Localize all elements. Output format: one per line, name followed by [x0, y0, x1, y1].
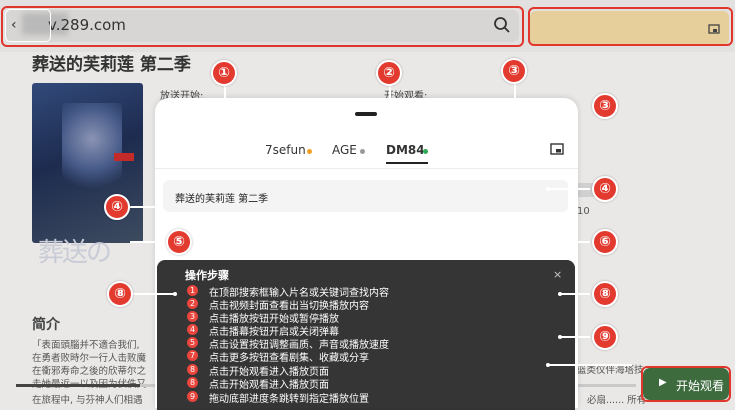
- callout-dot: [173, 292, 177, 296]
- step-number: 4: [187, 324, 198, 335]
- callout-line: [548, 188, 590, 190]
- callout-marker: ⑨: [592, 324, 618, 350]
- callout-marker: ③: [592, 93, 618, 119]
- callout-line: [224, 86, 226, 116]
- callout-dot: [513, 115, 517, 119]
- step-number: 2: [187, 298, 198, 309]
- callout-dot: [546, 187, 550, 191]
- callout-dot: [223, 115, 227, 119]
- callout-marker: ④: [592, 176, 618, 202]
- step-number: 5: [187, 337, 198, 348]
- callout-dot: [558, 335, 562, 339]
- intro-line: 在衝邪寿命之後的欣蒂尔之: [32, 366, 147, 377]
- callout-marker: ⑥: [592, 229, 618, 255]
- callout-line: [514, 84, 516, 116]
- callout-line: [548, 364, 632, 366]
- callout-marker: ⑧: [107, 281, 133, 307]
- callout-line: [130, 241, 164, 243]
- step-text: 拖动底部进度条跳转到指定播放位置: [209, 394, 369, 405]
- steps-panel: 操作步骤 × 1 在顶部搜索框输入片名或关键词查找内容 2 点击视频封面查看出当切换…: [157, 260, 575, 410]
- callout-marker: ②: [376, 60, 402, 86]
- callout-line: [472, 131, 574, 133]
- step-number: 3: [187, 311, 198, 322]
- poster[interactable]: [32, 83, 143, 243]
- divider: [155, 168, 578, 169]
- callout-marker: ④: [104, 194, 130, 220]
- page-title: 葬送的芙莉莲 第二季: [32, 55, 191, 75]
- tab-age[interactable]: AGE: [332, 143, 357, 157]
- intro-line: 走她最近一以及因为伏佚又: [32, 376, 146, 390]
- intro-line: 在旅程中, 与芬神人们相遇: [32, 395, 143, 406]
- callout-line: [389, 86, 391, 114]
- intro-line: 在勇者败時尔一行人击败魔: [32, 353, 147, 364]
- anime-title: 葬送的芙莉莲 第二季: [175, 194, 269, 205]
- step-text: 点击更多按钮查看剧集、收藏或分享: [209, 353, 369, 364]
- poster-title-art: 葬送の: [38, 238, 112, 268]
- status-dot: [307, 149, 312, 154]
- callout-marker: ③: [501, 58, 527, 84]
- step-number: 8: [187, 364, 198, 375]
- callout-dot: [546, 363, 550, 367]
- step-number: 9: [187, 391, 198, 402]
- playback-progress-fill: [16, 384, 140, 387]
- intro-heading: 简介: [32, 317, 60, 333]
- poster-accent: [114, 153, 134, 161]
- callout-dot: [558, 292, 562, 296]
- callout-line: [572, 113, 574, 133]
- steps-title: 操作步骤: [185, 269, 229, 282]
- step-number: 1: [187, 285, 198, 296]
- callout-line: [560, 336, 590, 338]
- callout-marker: ①: [211, 60, 237, 86]
- right-highlight: [528, 7, 733, 46]
- status-dot: [360, 149, 365, 154]
- step-text: 点击开始观看进入播放页面: [209, 380, 329, 391]
- callout-line: [560, 293, 590, 295]
- search-highlight: [1, 6, 524, 47]
- callout-dot: [538, 240, 542, 244]
- side-number: 10: [577, 206, 590, 217]
- active-tab-indicator: [386, 162, 428, 164]
- callout-line: [130, 206, 160, 208]
- step-number: 7: [187, 350, 198, 361]
- drag-handle[interactable]: [355, 112, 377, 116]
- close-icon[interactable]: ×: [553, 268, 562, 281]
- callout-line: [133, 293, 175, 295]
- tab-7sefun[interactable]: 7sefun: [265, 143, 306, 157]
- tab-dm84[interactable]: DM84: [386, 143, 425, 157]
- intro-right-text: 必扇...... 所有: [587, 395, 647, 406]
- callout-dot: [158, 205, 162, 209]
- back-icon[interactable]: ‹: [11, 17, 17, 33]
- poster-art: [62, 103, 122, 193]
- step-number: 8: [187, 377, 198, 388]
- callout-line: [540, 241, 590, 243]
- callout-marker: ⑤: [166, 229, 192, 255]
- intro-line: 「表面頭腦并不適合我们,: [32, 340, 140, 351]
- callout-marker: ⑧: [592, 281, 618, 307]
- callout-dot: [388, 113, 392, 117]
- status-dot: [423, 149, 428, 154]
- cast-icon[interactable]: [550, 143, 564, 157]
- start-highlight: [641, 366, 731, 402]
